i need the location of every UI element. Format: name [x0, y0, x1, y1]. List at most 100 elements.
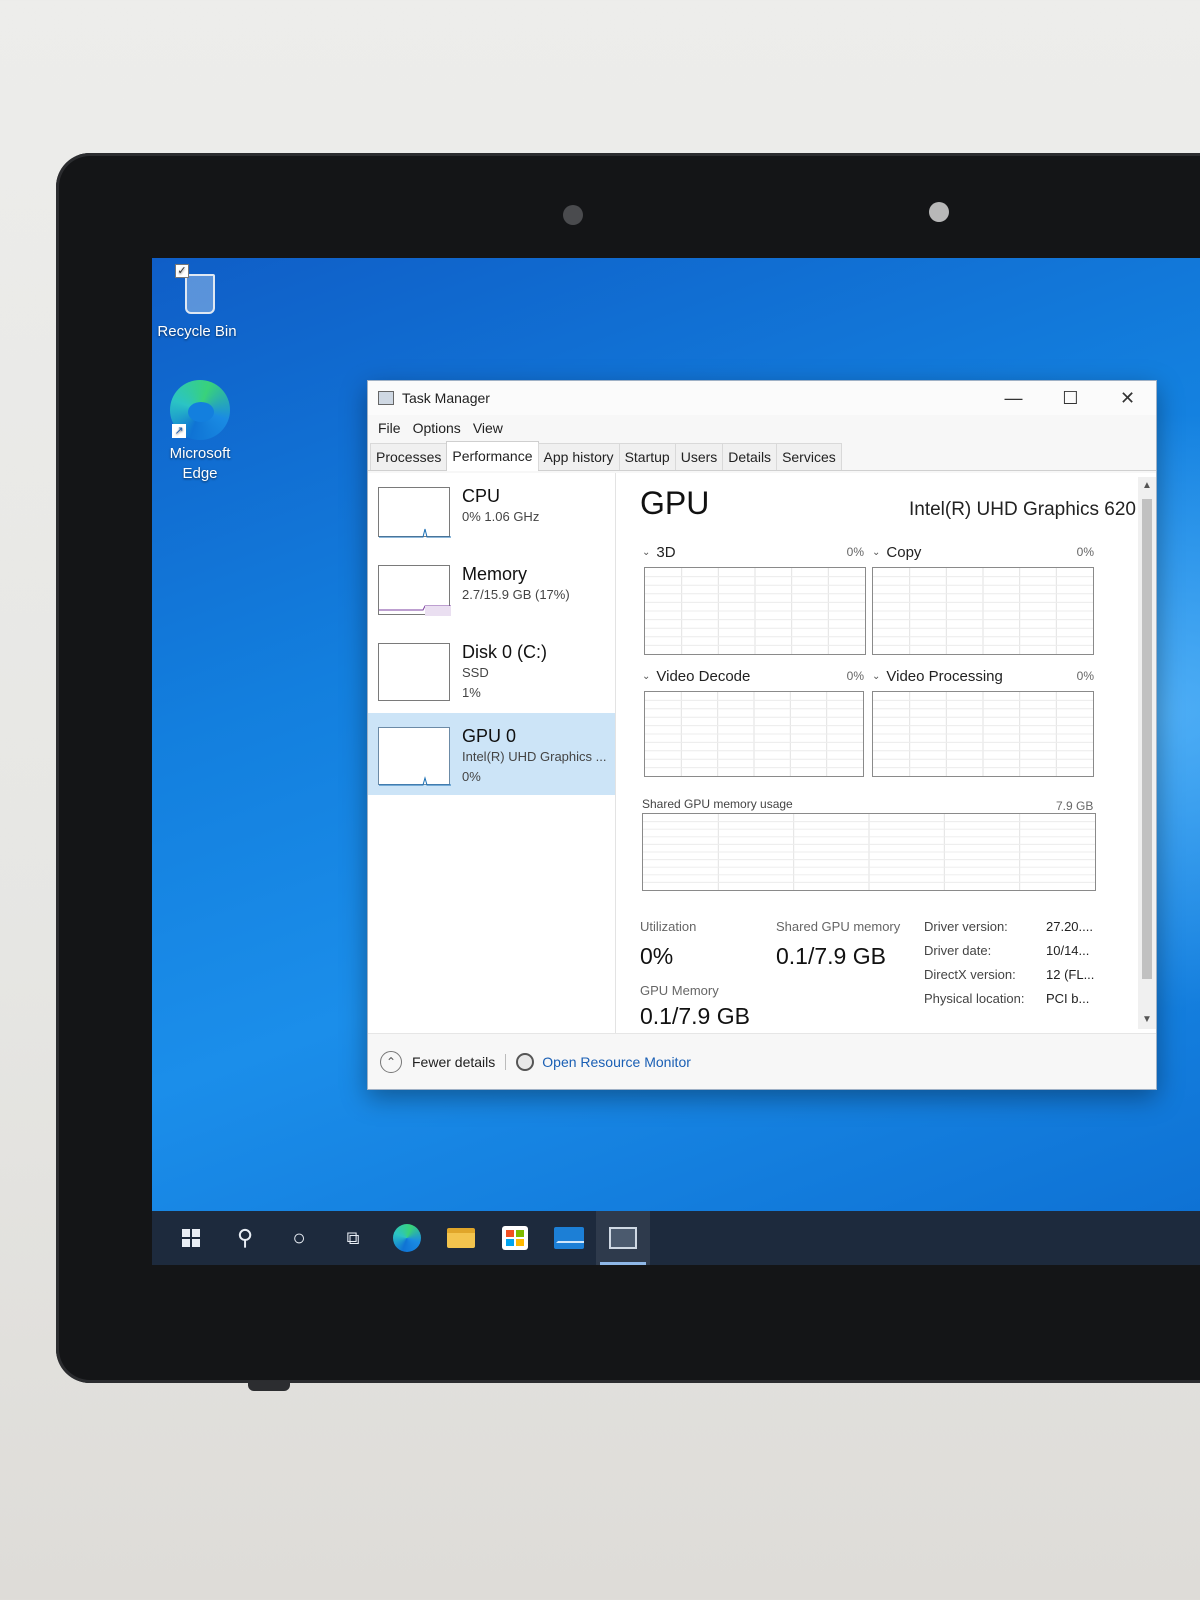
- task-manager-window: Task Manager — ☐ ✕ File Options View Pro…: [367, 380, 1157, 1090]
- engine-video-decode-header[interactable]: ⌄ Video Decode 0%: [642, 665, 864, 687]
- tab-services[interactable]: Services: [776, 443, 842, 470]
- sidebar-item-memory[interactable]: Memory 2.7/15.9 GB (17%): [368, 551, 615, 629]
- engine-name: Video Processing: [886, 667, 1003, 685]
- maximize-button[interactable]: ☐: [1042, 381, 1099, 415]
- start-button[interactable]: [164, 1211, 218, 1265]
- task-view-button[interactable]: ⧉: [326, 1211, 380, 1265]
- title-bar[interactable]: Task Manager — ☐ ✕: [368, 381, 1156, 415]
- desktop-icon-label: Recycle Bin: [157, 323, 237, 340]
- property-value: 27.20....: [1046, 919, 1093, 934]
- cortana-button[interactable]: ○: [272, 1211, 326, 1265]
- desktop-icon-recycle-bin[interactable]: ✓ Recycle Bin: [157, 264, 237, 342]
- store-icon: [502, 1226, 528, 1250]
- shortcut-arrow-icon: ↗: [172, 424, 186, 438]
- sidebar-item-cpu[interactable]: CPU 0% 1.06 GHz: [368, 473, 615, 551]
- file-explorer-icon: [447, 1228, 475, 1248]
- property-row: Driver version: 27.20....: [924, 919, 1094, 943]
- engine-video-processing-header[interactable]: ⌄ Video Processing 0%: [872, 665, 1094, 687]
- tab-performance[interactable]: Performance: [446, 441, 539, 471]
- taskbar-store[interactable]: [488, 1211, 542, 1265]
- tab-startup[interactable]: Startup: [618, 443, 676, 470]
- graph-grid: [873, 568, 1093, 654]
- tab-strip: Processes Performance App history Startu…: [368, 441, 1156, 471]
- utilization-label: Utilization: [640, 919, 697, 934]
- property-key: Physical location:: [924, 991, 1025, 1006]
- mail-icon: [554, 1227, 584, 1249]
- task-view-icon: ⧉: [346, 1227, 360, 1248]
- scroll-up-icon[interactable]: ▲: [1138, 477, 1156, 495]
- menu-bar: File Options View: [368, 415, 1156, 441]
- graph-video-processing: [872, 691, 1094, 777]
- sidebar-title: CPU: [462, 486, 501, 506]
- sidebar-subtitle-2: 0%: [462, 769, 481, 784]
- footer-bar: ⌃ Fewer details Open Resource Monitor: [368, 1033, 1156, 1089]
- memory-mini-graph: [378, 565, 451, 616]
- close-button[interactable]: ✕: [1099, 381, 1156, 415]
- sidebar-subtitle: Intel(R) UHD Graphics ...: [462, 749, 607, 764]
- minimize-icon: —: [1004, 387, 1023, 408]
- graph-3d: [644, 567, 866, 655]
- property-key: Driver date:: [924, 943, 992, 958]
- scroll-thumb[interactable]: [1142, 499, 1152, 979]
- engine-3d-header[interactable]: ⌄ 3D 0%: [642, 541, 864, 563]
- tab-details[interactable]: Details: [722, 443, 778, 470]
- tab-processes[interactable]: Processes: [370, 443, 448, 470]
- edge-icon: [393, 1224, 421, 1252]
- engine-value: 0%: [846, 669, 864, 683]
- chevron-down-icon: ⌄: [872, 546, 881, 558]
- search-icon: ⚲: [236, 1225, 254, 1250]
- maximize-icon: ☐: [1062, 387, 1079, 408]
- fewer-details-link[interactable]: Fewer details: [412, 1054, 495, 1070]
- vertical-scrollbar[interactable]: ▲ ▼: [1138, 477, 1156, 1029]
- graph-shared-memory: [642, 813, 1096, 891]
- property-value: PCI b...: [1046, 991, 1090, 1006]
- property-value: 12 (FL...: [1046, 967, 1095, 982]
- menu-view[interactable]: View: [467, 420, 509, 436]
- engine-name: 3D: [656, 543, 676, 561]
- gpu-mini-graph: [378, 727, 451, 786]
- taskbar-file-explorer[interactable]: [434, 1211, 488, 1265]
- desktop-icon-label: Microsoft Edge: [169, 445, 231, 482]
- sidebar-title: GPU 0: [462, 726, 517, 746]
- performance-panel: CPU 0% 1.06 GHz Memory 2.7/15.9 GB (17%)…: [368, 473, 1156, 1033]
- gpu-memory-label: GPU Memory: [640, 983, 719, 998]
- tab-app-history[interactable]: App history: [537, 443, 620, 470]
- sidebar-title: Disk 0 (C:): [462, 642, 547, 662]
- chevron-up-icon[interactable]: ⌃: [380, 1050, 402, 1073]
- desktop-icon-edge[interactable]: ↗ Microsoft Edge: [160, 380, 240, 484]
- graph-grid: [645, 692, 863, 776]
- tab-users[interactable]: Users: [674, 443, 724, 470]
- sidebar-subtitle-2: 1%: [462, 685, 481, 700]
- property-value: 10/14...: [1046, 943, 1090, 958]
- task-manager-icon: [609, 1227, 637, 1249]
- graph-copy: [872, 567, 1094, 655]
- sidebar-item-disk[interactable]: Disk 0 (C:) SSD 1%: [368, 629, 615, 707]
- footer-divider: [505, 1053, 507, 1070]
- search-button[interactable]: ⚲: [218, 1211, 272, 1265]
- menu-options[interactable]: Options: [407, 420, 467, 436]
- graph-video-decode: [644, 691, 864, 777]
- property-key: Driver version:: [924, 919, 1008, 934]
- ir-sensor: [929, 202, 949, 222]
- shared-memory-label: Shared GPU memory usage: [642, 797, 793, 811]
- chevron-down-icon: ⌄: [642, 546, 651, 558]
- utilization-value: 0%: [640, 943, 674, 969]
- resource-sidebar: CPU 0% 1.06 GHz Memory 2.7/15.9 GB (17%)…: [368, 473, 616, 1033]
- front-camera: [563, 205, 583, 225]
- engine-value: 0%: [846, 545, 864, 559]
- minimize-button[interactable]: —: [985, 381, 1042, 415]
- graph-grid: [873, 692, 1093, 776]
- taskbar-mail[interactable]: [542, 1211, 596, 1265]
- device-hinge: [248, 1381, 290, 1391]
- menu-file[interactable]: File: [372, 420, 407, 436]
- taskbar-edge[interactable]: [380, 1211, 434, 1265]
- sidebar-item-gpu[interactable]: GPU 0 Intel(R) UHD Graphics ... 0%: [368, 713, 615, 795]
- chevron-down-icon: ⌄: [872, 670, 881, 682]
- property-row: Physical location: PCI b...: [924, 991, 1094, 1015]
- page-title: GPU: [640, 485, 710, 521]
- scroll-down-icon[interactable]: ▼: [1138, 1011, 1156, 1029]
- taskbar-task-manager[interactable]: [596, 1211, 650, 1265]
- engine-copy-header[interactable]: ⌄ Copy 0%: [872, 541, 1094, 563]
- open-resource-monitor-link[interactable]: Open Resource Monitor: [542, 1054, 691, 1070]
- gpu-properties: Driver version: 27.20.... Driver date: 1…: [924, 919, 1094, 1015]
